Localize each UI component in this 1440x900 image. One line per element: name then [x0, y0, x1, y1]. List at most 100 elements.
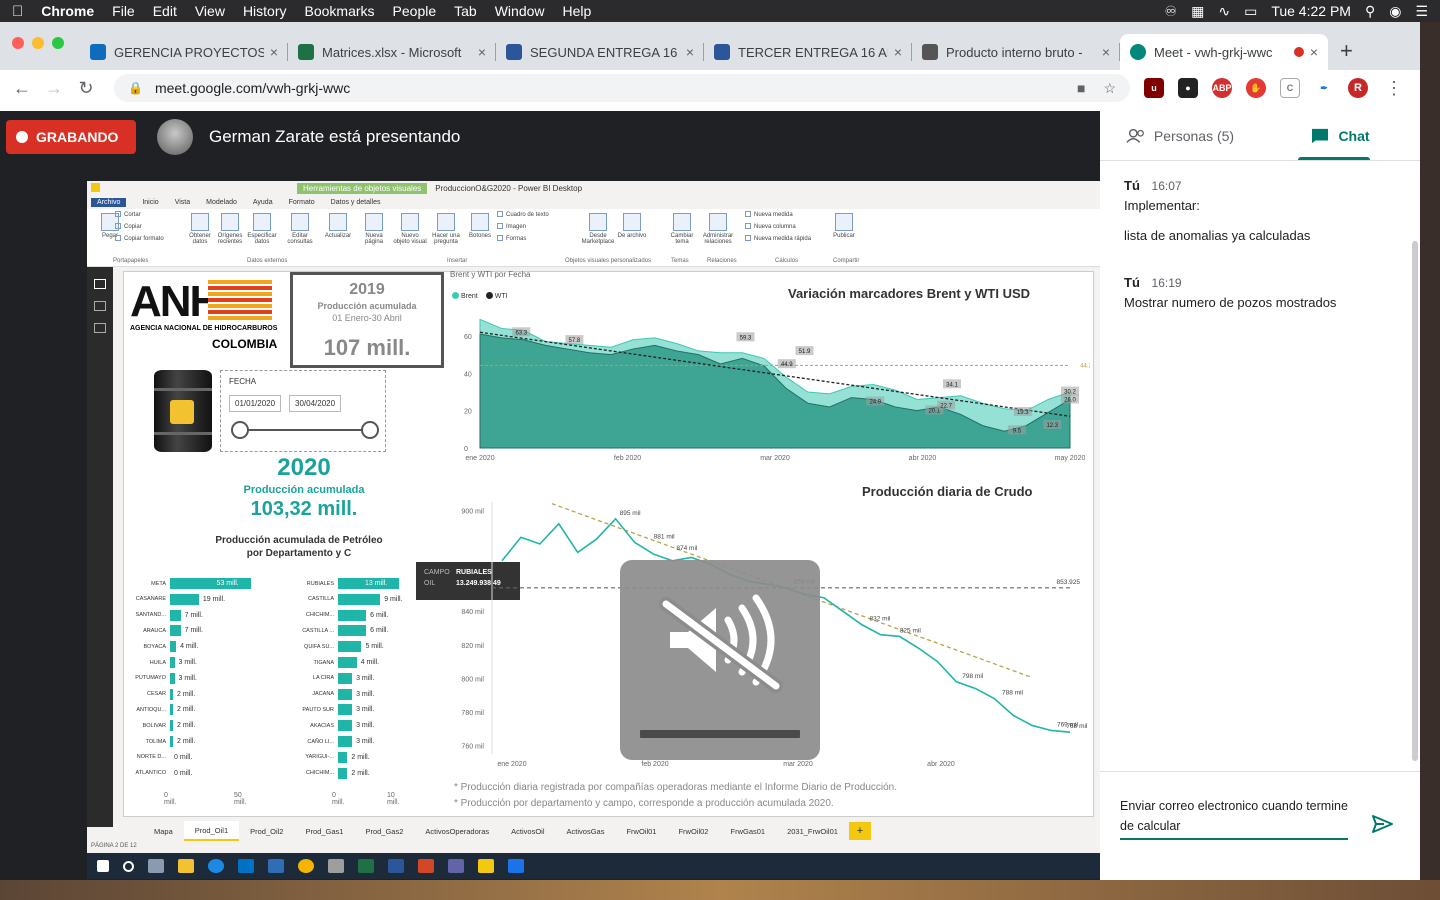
reload-icon[interactable]: ↻ — [72, 78, 100, 99]
close-tab-icon[interactable]: × — [478, 44, 486, 60]
data-label: 51.9 — [799, 349, 811, 355]
battery-icon[interactable]: ▭ — [1244, 3, 1257, 20]
bar-row: ANTIOQU... 2 mill. — [124, 704, 195, 716]
menu-history[interactable]: History — [243, 3, 287, 19]
bar — [170, 593, 199, 605]
pbi-ribbon: Pegar Cortar Copiar Copiar formato Obtener d… — [87, 209, 1100, 267]
send-icon[interactable] — [1370, 812, 1394, 836]
grid-status-icon[interactable]: ▦ — [1191, 3, 1204, 20]
menu-bookmarks[interactable]: Bookmarks — [305, 3, 375, 19]
presenter-avatar — [157, 119, 193, 155]
bar-row: ARAUCA 7 mill. — [124, 625, 203, 637]
chat-message-text: lista de anomalias ya calculadas — [1124, 228, 1311, 243]
ghost-extension-icon[interactable]: ● — [1178, 78, 1198, 98]
bookmark-star-icon[interactable]: ☆ — [1103, 80, 1116, 97]
close-tab-icon[interactable]: × — [1102, 44, 1110, 60]
barrel-ring — [154, 432, 212, 435]
minimize-window-button[interactable] — [32, 37, 44, 49]
wifi-icon[interactable]: ∿ — [1218, 3, 1230, 20]
bar-category-label: RUBIALES — [306, 580, 334, 587]
menu-view[interactable]: View — [195, 3, 225, 19]
chat-scrollbar[interactable] — [1412, 241, 1418, 761]
ublock-extension-icon[interactable]: u — [1144, 78, 1164, 98]
menubar-clock[interactable]: Tue 4:22 PM — [1271, 3, 1351, 19]
browser-tab-1[interactable]: Matrices.xlsx - Microsoft × — [288, 34, 496, 70]
pbi-tab-inicio: Inicio — [142, 198, 159, 206]
production-x-tick: mar 2020 — [783, 761, 813, 768]
production-y-tick: 780 mil — [461, 710, 484, 717]
kpi-2020-value: 103,32 mill. — [250, 498, 358, 520]
ribbon-small-icon — [745, 223, 751, 229]
notification-center-icon[interactable]: ☰ — [1415, 3, 1428, 20]
browser-tab-4[interactable]: Producto interno bruto - × — [912, 34, 1120, 70]
menu-people[interactable]: People — [393, 3, 437, 19]
close-window-button[interactable] — [12, 37, 24, 49]
feather-extension-icon[interactable]: ✒ — [1314, 78, 1334, 98]
browser-tab-0[interactable]: GERENCIA PROYECTOS - × — [80, 34, 288, 70]
accessibility-status-icon[interactable]: ♾ — [1165, 3, 1178, 20]
adblock-extension-icon[interactable]: ✋ — [1246, 78, 1266, 98]
taskbar-search-icon — [123, 860, 134, 872]
brent-y-tick: 20 — [464, 409, 472, 416]
back-arrow-icon[interactable]: ← — [8, 78, 36, 99]
menu-window[interactable]: Window — [495, 3, 545, 19]
bar-value-label: 7 mill. — [184, 627, 203, 635]
ribbon-button: Editar consultas — [283, 213, 317, 245]
bar-value-label: 9 mill. — [384, 595, 403, 603]
menu-edit[interactable]: Edit — [153, 3, 177, 19]
browser-tab-3[interactable]: TERCER ENTREGA 16 AB × — [704, 34, 912, 70]
anh-logo-stripes — [208, 280, 272, 322]
chat-message-input[interactable]: Enviar correo electronico cuando termine… — [1120, 796, 1348, 840]
chat-message-text: Implementar: — [1124, 198, 1200, 213]
address-bar[interactable]: 🔒 meet.google.com/vwh-grkj-wwc ■ ☆ — [114, 74, 1130, 102]
browser-tab-2[interactable]: SEGUNDA ENTREGA 16 M × — [496, 34, 704, 70]
siri-icon[interactable]: ◉ — [1389, 3, 1401, 20]
adblock-plus-extension-icon[interactable]: ABP — [1212, 78, 1232, 98]
ribbon-button: Publicar — [827, 213, 861, 239]
bar-row: ATLANTICO 0 mill. — [124, 768, 193, 779]
bar — [170, 657, 175, 668]
slicer-track — [239, 429, 369, 431]
new-tab-button[interactable]: + — [1328, 38, 1365, 70]
close-tab-icon[interactable]: × — [270, 44, 278, 60]
bar-value-label: 13 mill. — [365, 580, 388, 587]
close-tab-icon[interactable]: × — [1310, 44, 1318, 60]
slicer-title: FECHA — [229, 377, 257, 386]
profile-avatar[interactable]: R — [1348, 78, 1368, 98]
file-explorer-icon — [178, 859, 194, 873]
code-extension-icon[interactable]: C — [1280, 78, 1300, 98]
bar-category-label: ARAUCA — [143, 627, 166, 634]
edge-icon — [208, 859, 224, 873]
bar-row: LA CIRA 3 mill. — [292, 672, 374, 684]
menu-app-name[interactable]: Chrome — [41, 3, 94, 19]
menu-file[interactable]: File — [112, 3, 135, 19]
apple-menu-icon[interactable]:  — [12, 3, 23, 20]
spotlight-search-icon[interactable]: ⚲ — [1365, 3, 1375, 20]
close-tab-icon[interactable]: × — [686, 44, 694, 60]
pbi-file-title: ProduccionO&G2020 - Power BI Desktop — [435, 183, 583, 193]
bar-row: SANTAND... 7 mill. — [124, 609, 203, 621]
menu-tab[interactable]: Tab — [454, 3, 477, 19]
chat-message: Tú 16:07 — [1124, 178, 1182, 193]
ribbon-button-label: Nueva página — [364, 233, 384, 245]
lock-icon[interactable]: 🔒 — [128, 81, 143, 95]
close-tab-icon[interactable]: × — [894, 44, 902, 60]
pbi-tab-datos: Datos y detalles — [330, 198, 381, 206]
production-x-tick: feb 2020 — [641, 761, 668, 768]
powerbi-taskbar-icon — [478, 859, 494, 873]
brent-wti-chart: Brent y WTI por Fecha Variación marcadore… — [450, 270, 1090, 472]
tab-people[interactable]: Personas (5) — [1100, 111, 1260, 160]
browser-tab-5[interactable]: Meet - vwh-grkj-wwc × — [1120, 34, 1328, 70]
menu-help[interactable]: Help — [563, 3, 592, 19]
tab-chat[interactable]: Chat — [1260, 111, 1420, 160]
chrome-menu-icon[interactable]: ⋮ — [1380, 78, 1408, 99]
bar-row: META 53 mill. — [124, 578, 251, 589]
data-label: 44.9 — [781, 362, 793, 368]
forward-arrow-icon[interactable]: → — [40, 78, 68, 99]
bar-value-label: 53 mill. — [216, 580, 239, 587]
bar-value-label: 7 mill. — [184, 611, 203, 619]
zoom-window-button[interactable] — [52, 37, 64, 49]
production-y-tick: 800 mil — [461, 676, 484, 683]
pbi-tab-ayuda: Ayuda — [252, 198, 273, 206]
camera-icon[interactable]: ■ — [1077, 80, 1085, 96]
